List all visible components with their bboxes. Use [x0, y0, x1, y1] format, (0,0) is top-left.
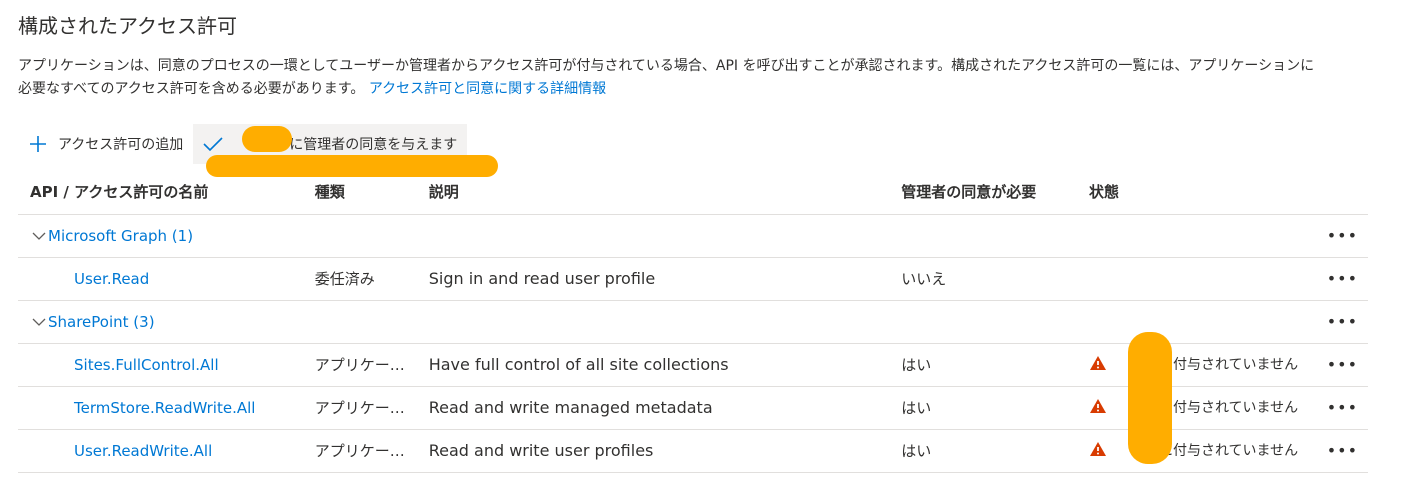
more-actions-button[interactable]: •••	[1310, 214, 1368, 258]
page-description: アプリケーションは、同意のプロセスの一環としてユーザーか管理者からアクセス許可が…	[18, 55, 1388, 101]
chevron-down-icon[interactable]	[32, 313, 46, 331]
admin-consent-required: はい	[889, 386, 1077, 430]
warning-icon	[1089, 355, 1107, 375]
column-header-admin-consent[interactable]: 管理者の同意が必要	[889, 170, 1077, 215]
permission-status: に付与されていません	[1158, 357, 1299, 373]
permission-description: Have full control of all site collection…	[416, 343, 890, 387]
more-actions-button[interactable]: •••	[1310, 343, 1368, 387]
more-actions-button[interactable]: •••	[1310, 429, 1368, 473]
plus-icon	[28, 134, 48, 154]
permission-link[interactable]: User.Read	[74, 270, 149, 288]
description-line-2: 必要なすべてのアクセス許可を含める必要があります。	[18, 81, 365, 97]
checkmark-icon	[203, 134, 223, 154]
table-header-row: API / アクセス許可の名前 種類 説明 管理者の同意が必要 状態	[18, 170, 1368, 215]
chevron-down-icon[interactable]	[32, 227, 46, 245]
column-header-status[interactable]: 状態	[1076, 170, 1311, 215]
admin-consent-required: いいえ	[889, 257, 1077, 301]
column-header-description[interactable]: 説明	[416, 170, 890, 215]
permission-type: アプリケー…	[302, 429, 417, 473]
more-actions-button[interactable]: •••	[1310, 257, 1368, 301]
permission-type: 委任済み	[302, 257, 417, 301]
description-line-1: アプリケーションは、同意のプロセスの一環としてユーザーか管理者からアクセス許可が…	[18, 58, 1315, 74]
table-row: User.Read 委任済み Sign in and read user pro…	[18, 257, 1368, 301]
permission-status	[1076, 257, 1311, 301]
permission-description: Sign in and read user profile	[416, 257, 890, 301]
permission-link[interactable]: TermStore.ReadWrite.All	[74, 399, 255, 417]
permission-status: に付与されていません	[1158, 443, 1299, 459]
more-actions-button[interactable]: •••	[1310, 300, 1368, 344]
redaction-mark	[242, 126, 292, 152]
column-header-type[interactable]: 種類	[302, 170, 417, 215]
admin-consent-required: はい	[889, 429, 1077, 473]
admin-consent-required: はい	[889, 343, 1077, 387]
group-row-microsoft-graph[interactable]: Microsoft Graph (1) •••	[18, 214, 1368, 258]
learn-more-link[interactable]: アクセス許可と同意に関する詳細情報	[369, 81, 606, 97]
permission-description: Read and write managed metadata	[416, 386, 890, 430]
permission-type: アプリケー…	[302, 386, 417, 430]
permission-type: アプリケー…	[302, 343, 417, 387]
page-title: 構成されたアクセス許可	[18, 14, 237, 38]
column-header-name[interactable]: API / アクセス許可の名前	[18, 170, 303, 215]
permission-link[interactable]: User.ReadWrite.All	[74, 442, 212, 460]
warning-icon	[1089, 398, 1107, 418]
add-permission-button[interactable]: アクセス許可の追加	[18, 124, 193, 164]
group-label: SharePoint (3)	[48, 312, 155, 331]
warning-icon	[1089, 441, 1107, 461]
group-label: Microsoft Graph (1)	[48, 226, 194, 245]
more-actions-button[interactable]: •••	[1310, 386, 1368, 430]
permission-status: に付与されていません	[1158, 400, 1299, 416]
redaction-mark	[1128, 332, 1172, 464]
permission-description: Read and write user profiles	[416, 429, 890, 473]
grant-consent-label: に管理者の同意を与えます	[289, 137, 458, 153]
add-permission-label: アクセス許可の追加	[58, 137, 184, 153]
permission-link[interactable]: Sites.FullControl.All	[74, 356, 219, 374]
